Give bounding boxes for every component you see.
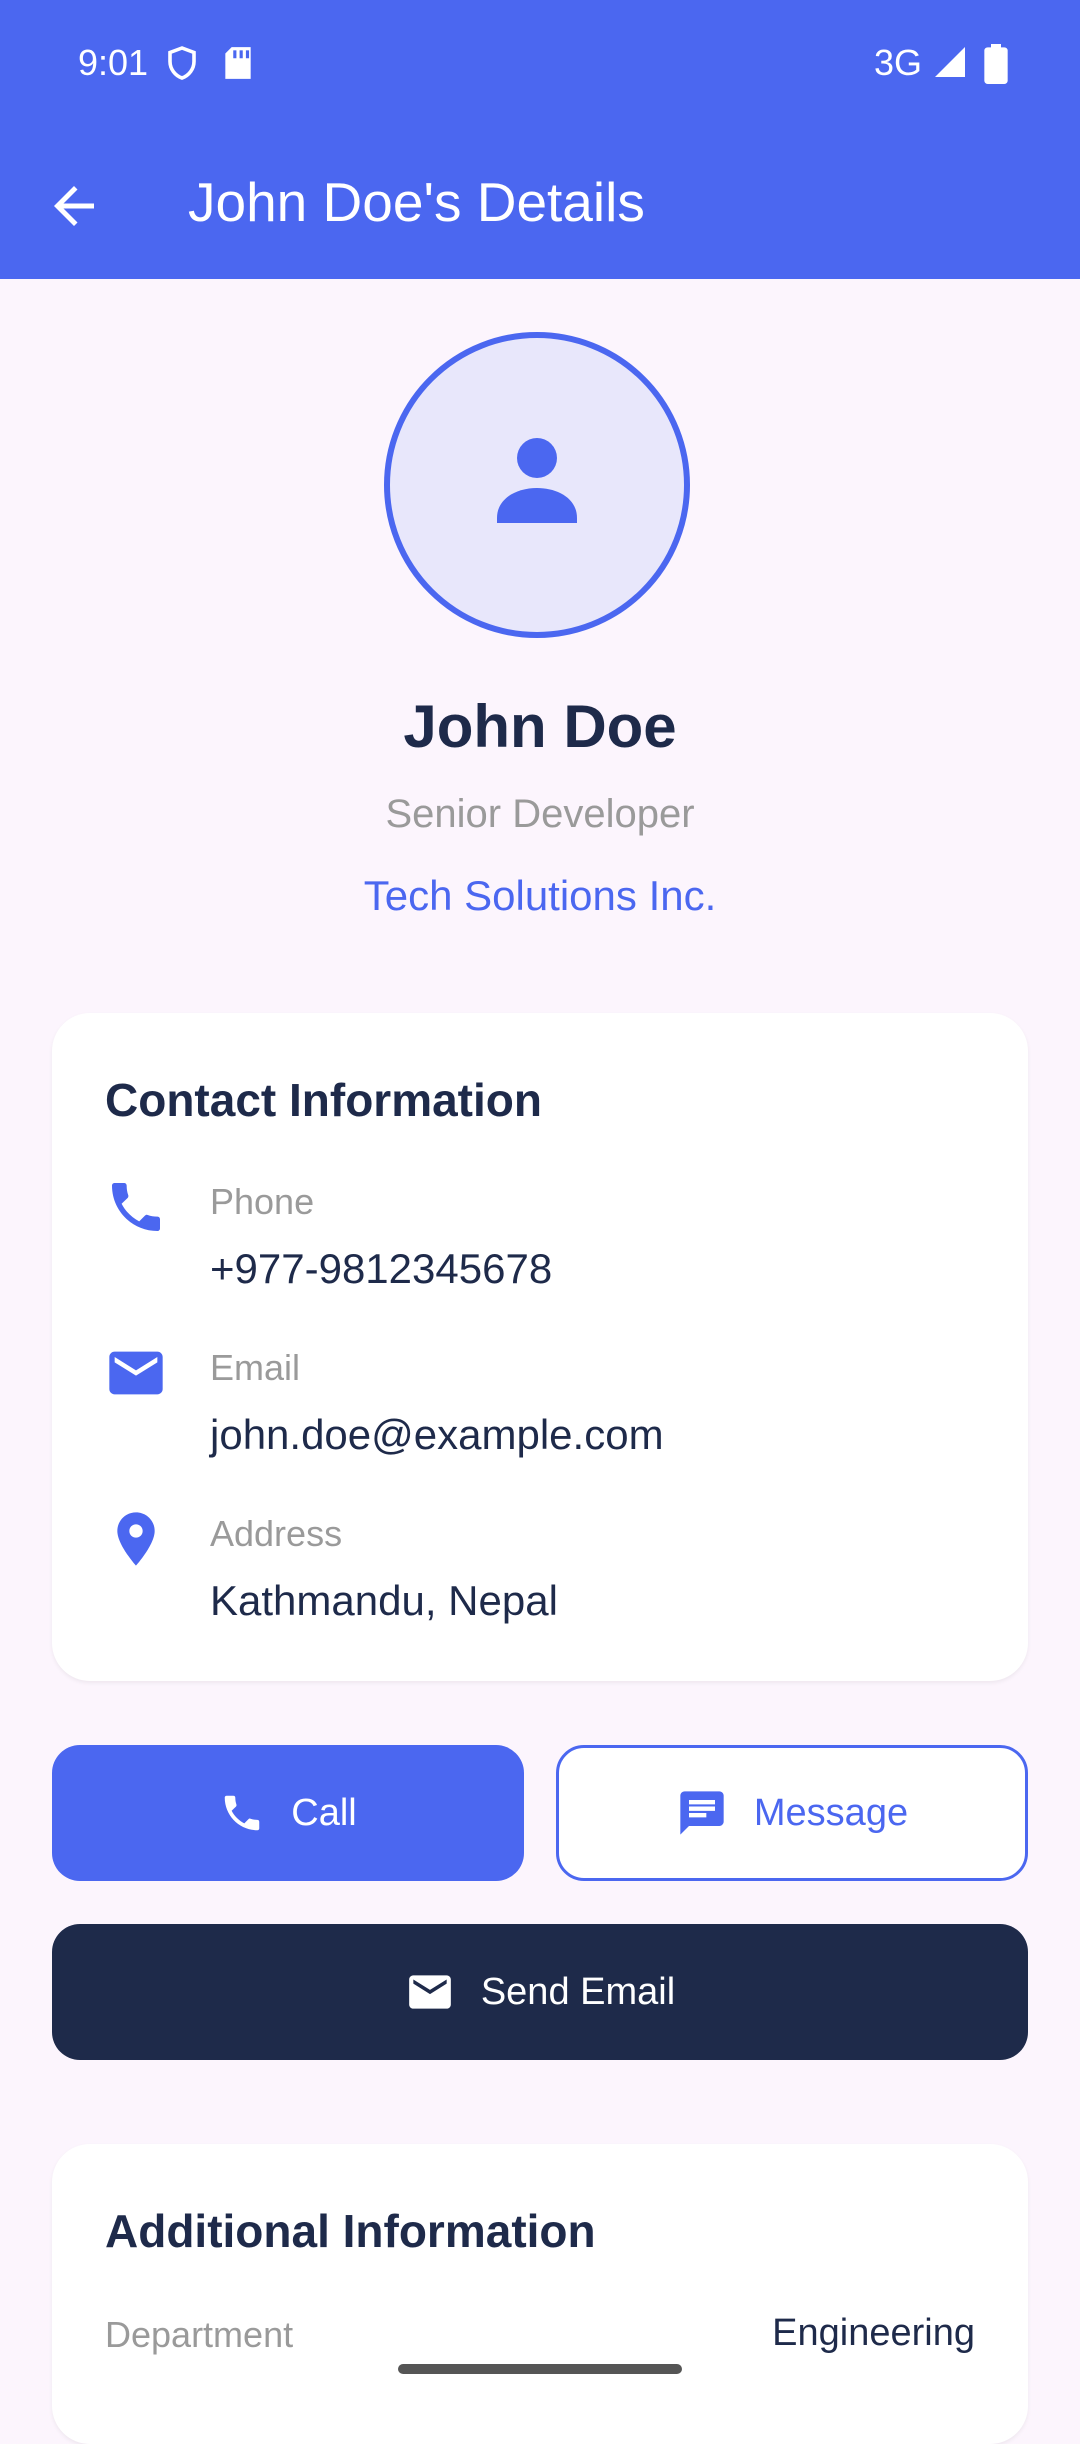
- battery-icon: [984, 44, 1008, 84]
- back-arrow-icon[interactable]: [44, 176, 104, 236]
- message-button-label: Message: [753, 1791, 909, 1834]
- phone-value[interactable]: +977-9812345678: [210, 1245, 552, 1293]
- department-label: Department: [105, 2314, 294, 2355]
- send-email-button-label: Send Email: [480, 1970, 676, 2013]
- email-icon: [109, 1351, 163, 1395]
- location-pin-icon: [117, 1512, 155, 1566]
- signal-icon: [935, 47, 965, 77]
- email-label: Email: [210, 1347, 301, 1388]
- status-bar: 9:01 3G: [0, 0, 1080, 130]
- status-time: 9:01: [78, 42, 149, 83]
- card-title: Additional Information: [105, 2205, 596, 2257]
- network-type: 3G: [874, 42, 923, 83]
- email-icon: [408, 1975, 451, 2009]
- sd-card-icon: [225, 47, 251, 79]
- contact-information-card: Contact Information Phone +977-981234567…: [52, 1013, 1028, 1681]
- card-title: Contact Information: [105, 1074, 542, 1126]
- phone-label: Phone: [210, 1181, 315, 1222]
- department-value: Engineering: [772, 2312, 975, 2354]
- page-title: John Doe's Details: [188, 171, 645, 233]
- send-email-button[interactable]: Send Email: [52, 1924, 1028, 2060]
- call-button-label: Call: [291, 1791, 357, 1834]
- phone-icon: [225, 1795, 260, 1831]
- contact-name: John Doe: [403, 693, 677, 760]
- contact-role: Senior Developer: [385, 792, 695, 836]
- contact-company: Tech Solutions Inc.: [363, 872, 717, 919]
- avatar: [384, 332, 690, 638]
- additional-information-card: Additional Information Department Engine…: [52, 2144, 1028, 2444]
- address-label: Address: [210, 1513, 343, 1554]
- person-icon: [497, 438, 577, 523]
- home-indicator[interactable]: [398, 2364, 682, 2374]
- address-value: Kathmandu, Nepal: [210, 1577, 558, 1624]
- email-value[interactable]: john.doe@example.com: [210, 1411, 664, 1459]
- phone-icon: [112, 1183, 160, 1231]
- message-button[interactable]: Message: [556, 1745, 1028, 1881]
- chat-bubble-icon: [680, 1791, 724, 1835]
- shield-icon: [168, 46, 196, 80]
- app-bar: John Doe's Details: [0, 130, 1080, 279]
- call-button[interactable]: Call: [52, 1745, 524, 1881]
